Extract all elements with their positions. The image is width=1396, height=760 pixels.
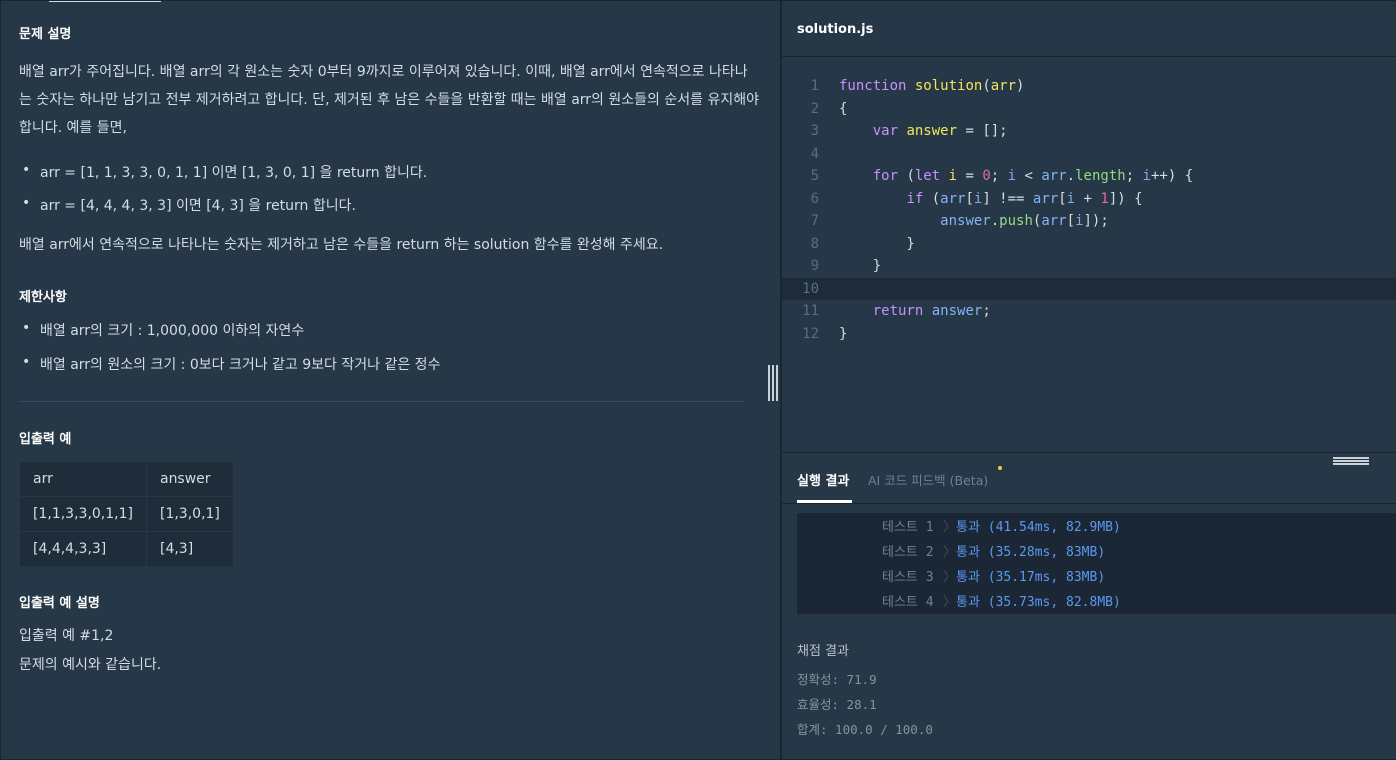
- table-row: [1,1,3,3,0,1,1] [1,3,0,1]: [19, 496, 234, 532]
- problem-title: 문제 설명: [19, 27, 72, 42]
- code-editor[interactable]: 1 function solution(arr) 2{ 3 var answer …: [782, 75, 1396, 345]
- code-line[interactable]: 11 return answer;: [782, 300, 1396, 323]
- problem-description: 배열 arr가 주어집니다. 배열 arr의 각 원소는 숫자 0부터 9까지로…: [19, 64, 759, 136]
- example-item: arr = [4, 4, 4, 3, 3] 이면 [4, 3] 을 return…: [22, 195, 356, 215]
- chevron-right-icon: 〉: [943, 570, 957, 585]
- constraint-item: 배열 arr의 원소의 크기 : 0보다 크거나 같고 9보다 작거나 같은 정…: [22, 354, 440, 374]
- code-line[interactable]: 3 var answer = [];: [782, 120, 1396, 143]
- horizontal-splitter[interactable]: [782, 452, 1396, 453]
- table-header: arr: [19, 461, 147, 497]
- table-row: [4,4,4,3,3] [4,3]: [19, 531, 234, 567]
- code-line[interactable]: 12}: [782, 323, 1396, 346]
- io-description-line: 입출력 예 #1,2: [19, 628, 114, 644]
- score-total: 합계: 100.0 / 100.0: [797, 722, 933, 737]
- test-result-row: 테스트 4 〉 통과 (35.73ms, 82.8MB): [797, 590, 1396, 615]
- file-tab-bar: solution.js: [782, 2, 1396, 57]
- new-badge-dot-icon: [998, 466, 1002, 470]
- problem-instruction: 배열 arr에서 연속적으로 나타나는 숫자는 제거하고 남은 수들을 retu…: [19, 237, 664, 253]
- code-line[interactable]: 7 answer.push(arr[i]);: [782, 210, 1396, 233]
- table-cell: [1,3,0,1]: [145, 496, 234, 532]
- tab-ai-feedback[interactable]: AI 코드 피드백 (Beta): [868, 470, 988, 489]
- editor-pane: solution.js 1 function solution(arr) 2{ 3…: [782, 2, 1396, 759]
- code-line[interactable]: 6 if (arr[i] !== arr[i + 1]) {: [782, 188, 1396, 211]
- test-result-row: 테스트 3 〉 통과 (35.17ms, 83MB): [797, 565, 1396, 590]
- table-cell: [4,3]: [145, 531, 234, 567]
- io-description-title: 입출력 예 설명: [19, 596, 100, 611]
- result-tabs: 실행 결과 AI 코드 피드백 (Beta): [782, 462, 1396, 504]
- tab-run-result[interactable]: 실행 결과: [797, 470, 849, 489]
- io-description-line: 문제의 예시와 같습니다.: [19, 657, 162, 673]
- code-line[interactable]: 2{: [782, 98, 1396, 121]
- app-window: 문제 설명 배열 arr가 주어집니다. 배열 arr의 각 원소는 숫자 0부…: [0, 0, 1396, 760]
- constraint-item: 배열 arr의 크기 : 1,000,000 이하의 자연수: [22, 320, 304, 340]
- table-header-row: arr answer: [19, 461, 234, 497]
- code-line[interactable]: 5 for (let i = 0; i < arr.length; i++) {: [782, 165, 1396, 188]
- chevron-right-icon: 〉: [943, 520, 957, 535]
- example-item: arr = [1, 1, 3, 3, 0, 1, 1] 이면 [1, 3, 0,…: [22, 162, 427, 182]
- code-line[interactable]: 9 }: [782, 255, 1396, 278]
- code-line[interactable]: 1 function solution(arr): [782, 75, 1396, 98]
- file-tab-solution[interactable]: solution.js: [797, 22, 873, 37]
- test-results-box: 테스트 1 〉 통과 (41.54ms, 82.9MB) 테스트 2 〉 통과 …: [797, 513, 1396, 614]
- problem-pane: 문제 설명 배열 arr가 주어집니다. 배열 arr의 각 원소는 숫자 0부…: [2, 2, 780, 759]
- io-example-title: 입출력 예: [19, 432, 72, 447]
- score-efficiency: 효율성: 28.1: [797, 697, 877, 712]
- code-line-active[interactable]: 10: [782, 277, 1396, 300]
- chevron-right-icon: 〉: [943, 545, 957, 560]
- active-tab-underline: [797, 500, 852, 503]
- constraints-title: 제한사항: [19, 290, 67, 305]
- section-divider: [19, 401, 743, 402]
- test-result-row: 테스트 2 〉 통과 (35.28ms, 83MB): [797, 540, 1396, 565]
- code-line[interactable]: 4: [782, 143, 1396, 166]
- table-cell: [1,1,3,3,0,1,1]: [19, 496, 147, 532]
- score-accuracy: 정확성: 71.9: [797, 672, 877, 687]
- score-title: 채점 결과: [797, 644, 849, 659]
- splitter-grip-icon[interactable]: [768, 365, 778, 401]
- table-header: answer: [145, 461, 234, 497]
- code-line[interactable]: 8 }: [782, 233, 1396, 256]
- chevron-right-icon: 〉: [943, 595, 957, 610]
- table-cell: [4,4,4,3,3]: [19, 531, 147, 567]
- io-example-table: arr answer [1,1,3,3,0,1,1] [1,3,0,1] [4,…: [19, 461, 234, 567]
- test-result-row: 테스트 1 〉 통과 (41.54ms, 82.9MB): [797, 515, 1396, 540]
